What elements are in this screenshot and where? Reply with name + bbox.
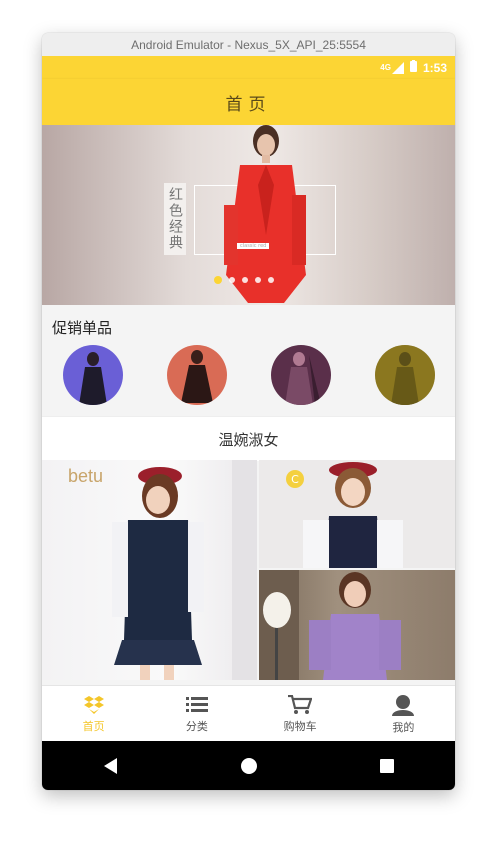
brand-badge: C	[286, 470, 304, 488]
user-icon	[392, 694, 415, 716]
carousel-dot[interactable]	[229, 277, 235, 283]
product-image	[259, 570, 401, 680]
carousel-dots	[214, 276, 274, 284]
bottom-tab-bar: 首页 分类 购物车 我的	[42, 685, 455, 742]
android-nav-bar	[42, 741, 455, 790]
recents-icon[interactable]	[379, 758, 395, 774]
dropbox-icon	[83, 695, 104, 714]
tab-label: 购物车	[283, 719, 317, 733]
home-icon[interactable]	[240, 757, 258, 775]
tab-cart[interactable]: 购物车	[249, 686, 352, 742]
banner-carousel[interactable]: 红色经典 classic red	[42, 125, 455, 305]
emulator-window: Android Emulator - Nexus_5X_API_25:5554 …	[42, 33, 455, 790]
product-image	[112, 460, 257, 680]
product-card[interactable]: C	[259, 460, 455, 568]
carousel-dot[interactable]	[214, 276, 222, 284]
app-bar: 首页	[42, 79, 455, 125]
section-title: 温婉淑女	[42, 416, 455, 461]
status-bar: 4G 1:53	[42, 56, 455, 79]
status-time: 1:53	[422, 60, 447, 75]
banner-headline: 红色经典	[164, 183, 186, 255]
window-title: Android Emulator - Nexus_5X_API_25:5554	[42, 33, 455, 57]
carousel-dot[interactable]	[242, 277, 248, 283]
banner-subtext: classic red	[237, 243, 270, 249]
tab-mine[interactable]: 我的	[352, 686, 455, 742]
promo-items	[63, 345, 435, 405]
brand-logo: betu	[68, 466, 104, 486]
carousel-dot[interactable]	[255, 277, 261, 283]
tab-label: 首页	[82, 719, 105, 733]
promo-item[interactable]	[167, 345, 227, 405]
cart-icon	[288, 694, 313, 714]
promo-item[interactable]	[375, 345, 435, 405]
tab-label: 我的	[392, 720, 415, 734]
back-icon[interactable]	[103, 757, 119, 775]
page-title: 首页	[225, 94, 272, 115]
product-grid: betu C	[42, 460, 455, 680]
promo-item[interactable]	[271, 345, 331, 405]
promo-item[interactable]	[63, 345, 123, 405]
list-icon	[185, 696, 208, 712]
tab-home[interactable]: 首页	[42, 686, 145, 742]
tab-label: 分类	[185, 719, 208, 733]
tab-category[interactable]: 分类	[145, 686, 248, 742]
product-card[interactable]	[259, 570, 455, 680]
battery-icon	[409, 60, 417, 75]
promo-title: 促销单品	[52, 319, 113, 337]
network-icon: 4G	[380, 61, 404, 74]
product-card[interactable]: betu	[42, 460, 257, 680]
promo-section: 促销单品	[42, 305, 455, 416]
carousel-dot[interactable]	[268, 277, 274, 283]
